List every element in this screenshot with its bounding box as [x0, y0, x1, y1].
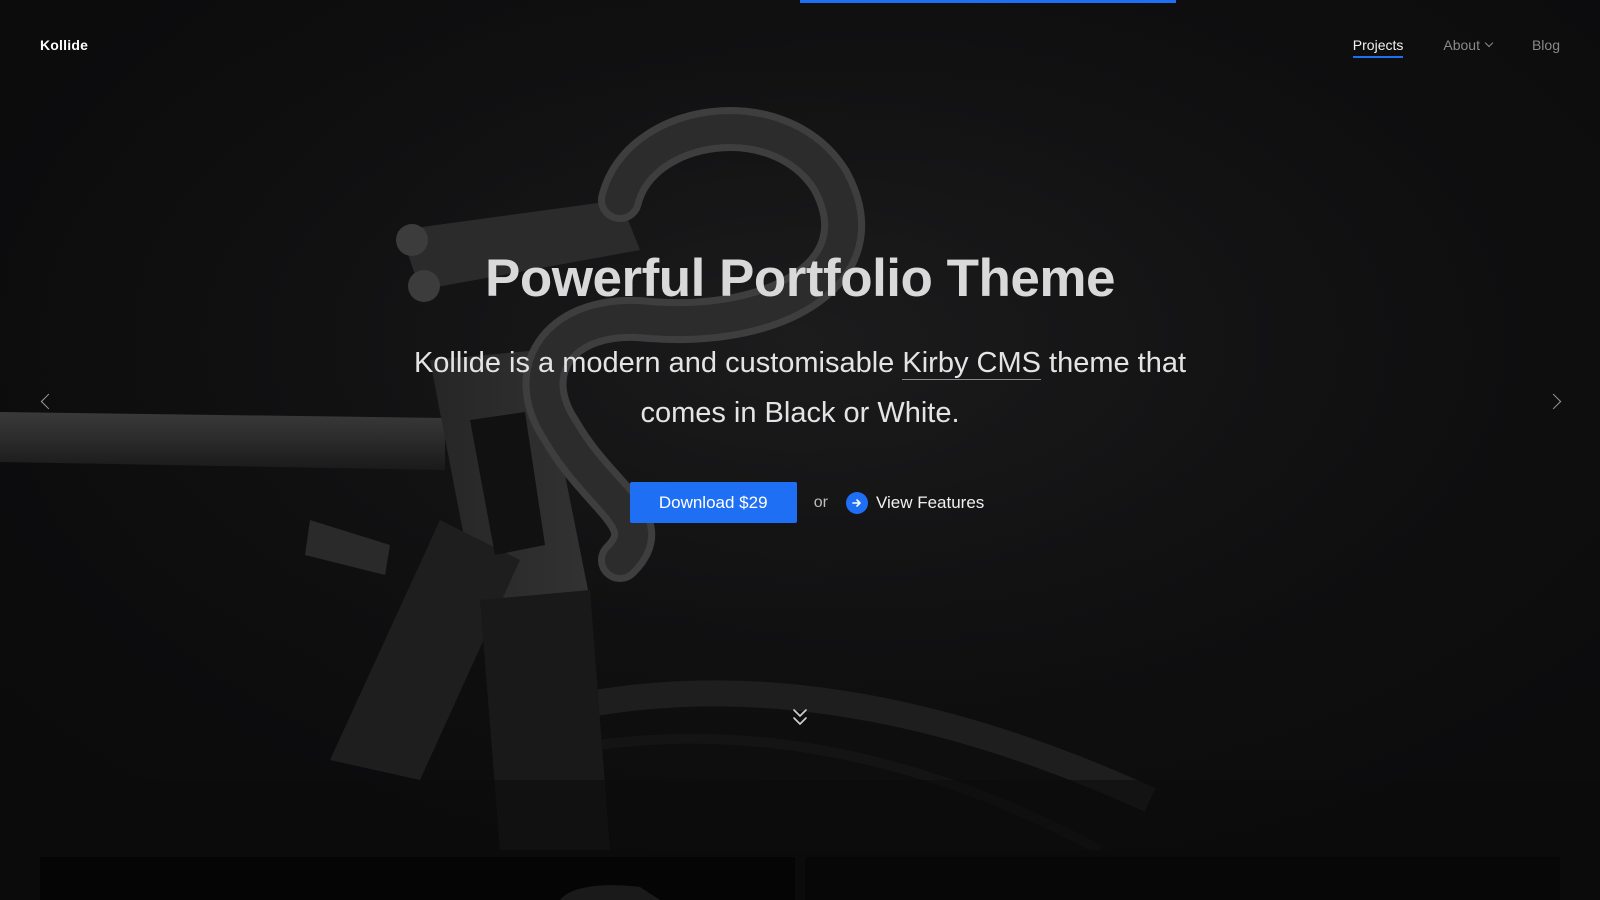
nav-item-label: About [1443, 37, 1480, 53]
project-thumbnail [40, 857, 795, 900]
nav-item-label: Projects [1352, 37, 1404, 53]
project-thumbnail [805, 857, 1560, 900]
view-features-link[interactable]: View Features [845, 491, 985, 514]
or-label: or [813, 493, 828, 511]
hero-headline: Powerful Portfolio Theme [485, 249, 1115, 308]
project-card[interactable] [805, 857, 1560, 900]
subtext-before: Kollide is a modern and customisable [413, 347, 903, 379]
kirby-cms-link[interactable]: Kirby CMS [902, 347, 1041, 380]
page-progress-bar [0, 0, 1600, 3]
nav-item-projects[interactable]: Projects [1352, 37, 1404, 58]
view-features-label: View Features [875, 492, 985, 512]
arrow-right-icon [845, 491, 868, 514]
nav-item-about[interactable]: About [1443, 37, 1494, 58]
nav-item-blog[interactable]: Blog [1532, 37, 1560, 58]
download-button[interactable]: Download $29 [629, 482, 797, 523]
hero-subtext: Kollide is a modern and customisable Kir… [400, 338, 1200, 438]
nav-item-label: Blog [1531, 37, 1560, 53]
site-logo[interactable]: Kollide [40, 37, 88, 53]
chevron-down-icon [1484, 38, 1494, 48]
progress-indicator [800, 0, 1176, 3]
project-card[interactable] [40, 857, 795, 900]
hero-cta-row: Download $29 or View Features [0, 482, 1600, 523]
main-nav: Projects About Blog [1352, 37, 1560, 58]
double-chevron-down-icon[interactable] [790, 706, 810, 730]
